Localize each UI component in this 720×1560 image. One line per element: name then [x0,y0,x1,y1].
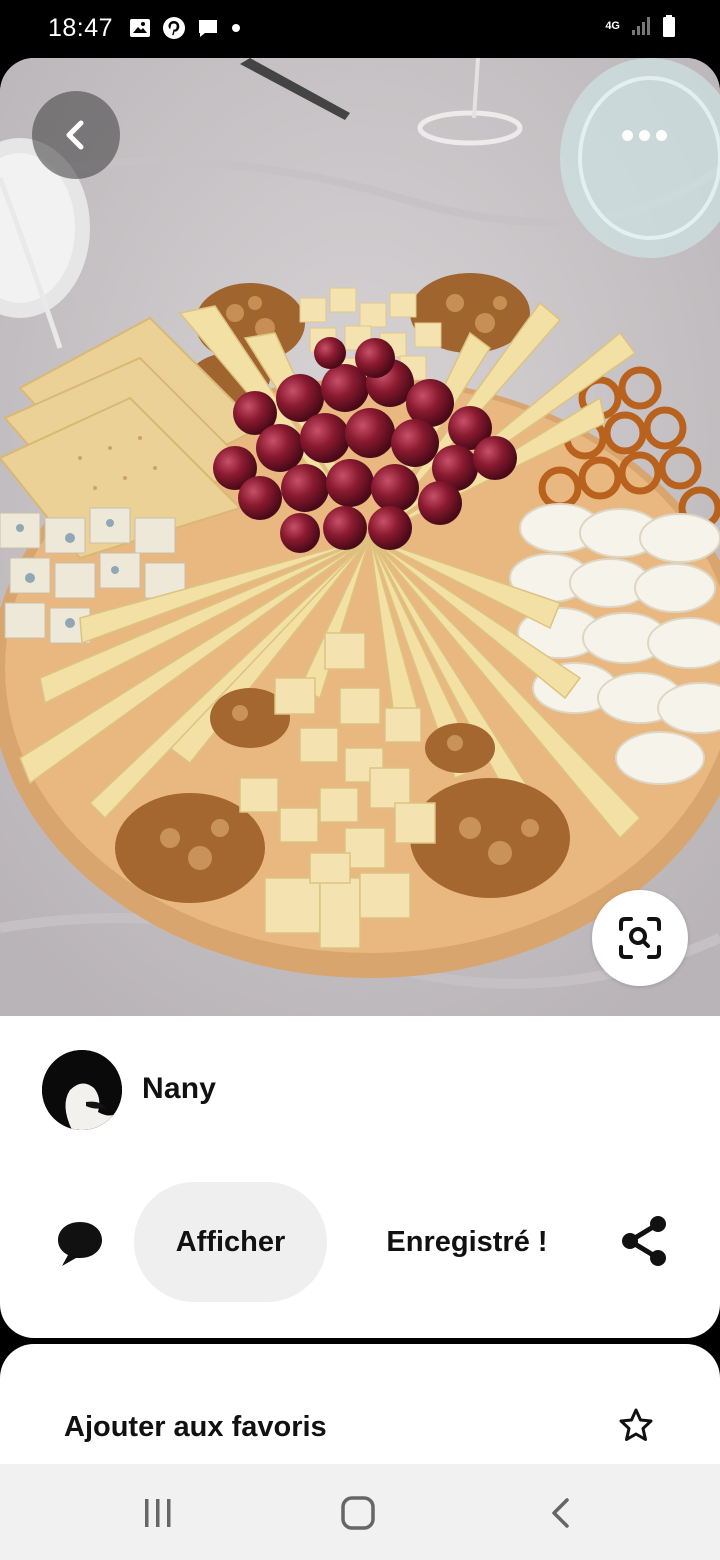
add-to-favorites-label[interactable]: Ajouter aux favoris [64,1411,327,1444]
battery-icon [663,15,675,37]
chevron-left-icon [66,120,84,150]
signal-icon [632,17,650,35]
status-time: 18:47 [48,14,114,42]
avatar-image [42,1050,122,1130]
status-system-icons: 4G [605,14,676,38]
favorites-sheet[interactable]: Ajouter aux favoris [0,1344,720,1474]
home-icon[interactable] [340,1495,376,1531]
author-avatar[interactable] [42,1050,122,1130]
status-bar: 18:47 4G [0,0,720,60]
comment-icon[interactable] [52,1216,108,1272]
pin-image-card[interactable] [0,58,720,1018]
system-navigation-bar [0,1464,720,1560]
author-name[interactable]: Nany [142,1072,216,1106]
gallery-icon [130,19,150,37]
more-dot-icon [638,129,650,141]
chat-bubble-icon [199,20,217,37]
visual-search-button[interactable] [592,890,688,986]
pinterest-icon [163,17,185,39]
cheese-platter-photo [0,58,720,1018]
pin-info-panel: Nany Afficher Enregistré ! [0,1016,720,1338]
share-icon[interactable] [618,1214,670,1268]
view-button[interactable]: Afficher [134,1182,327,1302]
recent-apps-icon[interactable] [142,1497,174,1529]
lens-search-icon [619,917,661,959]
back-nav-icon[interactable] [546,1497,576,1529]
more-dot-icon [655,129,667,141]
status-notification-icons [128,16,242,40]
dot-icon [232,24,240,32]
back-button[interactable] [32,91,120,179]
more-options-button[interactable] [600,91,688,179]
more-dot-icon [621,129,633,141]
saved-button[interactable]: Enregistré ! [362,1182,572,1302]
network-type: 4G [605,19,620,32]
star-outline-icon[interactable] [618,1407,654,1443]
